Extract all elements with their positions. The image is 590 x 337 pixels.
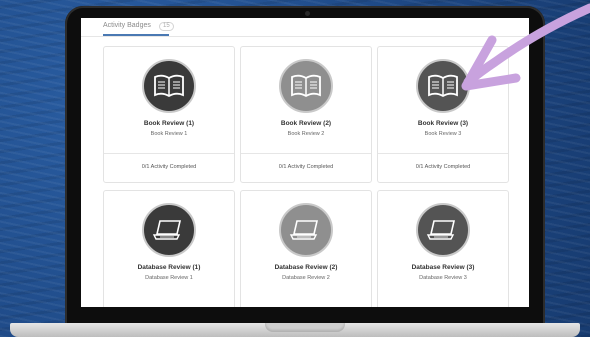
card-subtitle: Database Review 3 [419,275,467,281]
laptop-camera [305,11,310,16]
card-subtitle: Database Review 1 [145,275,193,281]
badge-card[interactable]: Database Review (1) Database Review 1 [103,190,235,307]
card-divider [378,153,508,154]
card-title: Database Review (1) [137,264,201,271]
card-title: Book Review (3) [417,120,469,127]
book-icon [142,59,196,113]
badge-card[interactable]: Book Review (1) Book Review 1 0/1 Activi… [103,46,235,183]
laptop-icon [416,203,470,257]
laptop-icon [279,203,333,257]
badge-card[interactable]: Database Review (3) Database Review 3 [377,190,509,307]
laptop-screen: Activity Badges 15 Book Review (1) Book … [81,18,529,307]
card-status: 0/1 Activity Completed [278,164,334,170]
card-title: Book Review (1) [143,120,195,127]
card-subtitle: Database Review 2 [282,275,330,281]
card-divider [104,153,234,154]
tab-divider [81,36,529,37]
card-title: Database Review (2) [274,264,338,271]
laptop-icon [142,203,196,257]
card-title: Book Review (2) [280,120,332,127]
book-icon [279,59,333,113]
card-status: 0/1 Activity Completed [141,164,197,170]
book-icon [416,59,470,113]
tab-bar: Activity Badges 15 [81,18,529,40]
badge-card[interactable]: Database Review (2) Database Review 2 [240,190,372,307]
card-subtitle: Book Review 1 [150,131,188,137]
card-subtitle: Book Review 2 [287,131,325,137]
tab-activity-badges[interactable]: Activity Badges [103,22,151,29]
card-divider [241,153,371,154]
card-subtitle: Book Review 3 [424,131,462,137]
card-status: 0/1 Activity Completed [415,164,471,170]
tab-count-badge: 15 [159,22,174,31]
badge-card[interactable]: Book Review (3) Book Review 3 0/1 Activi… [377,46,509,183]
laptop-hinge [265,323,345,332]
card-title: Database Review (3) [411,264,475,271]
badge-card[interactable]: Book Review (2) Book Review 2 0/1 Activi… [240,46,372,183]
